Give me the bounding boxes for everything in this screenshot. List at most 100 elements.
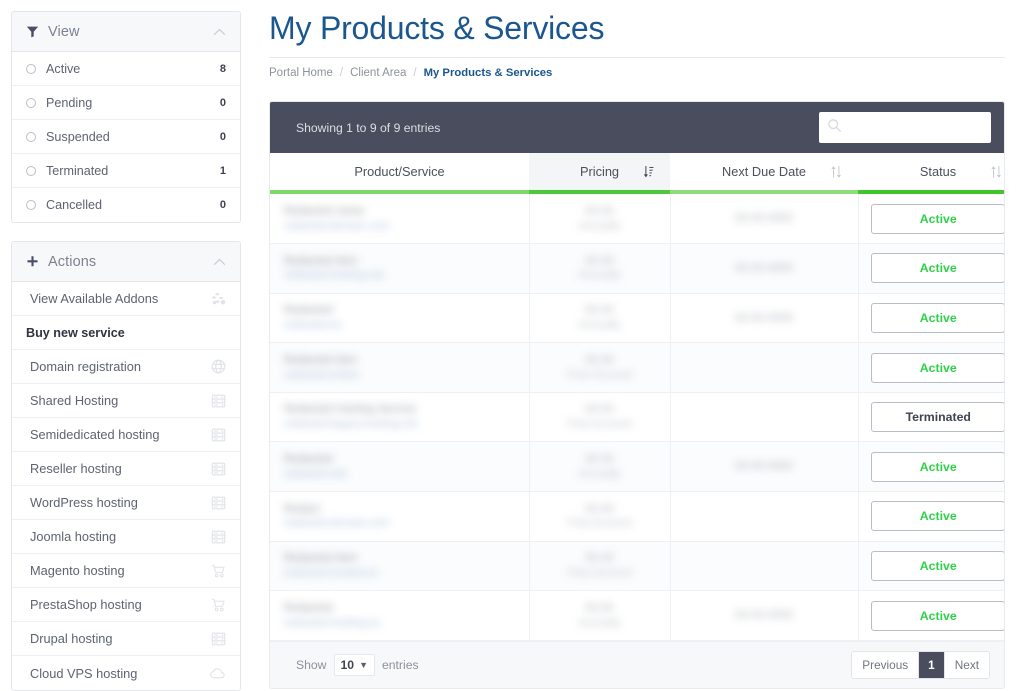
breadcrumb-item-client-area[interactable]: Client Area [350,67,406,79]
cell-status: Active [858,541,1005,591]
filter-label: Active [46,62,210,76]
filter-count: 0 [220,199,226,211]
pagination-next[interactable]: Next [945,652,989,678]
pagination-previous[interactable]: Previous [852,652,919,678]
column-header-next-due-date[interactable]: Next Due Date [670,153,858,190]
due-date: 00-00-0000 [685,608,844,623]
chevron-up-icon[interactable] [213,258,226,266]
table-row[interactable]: Redactedredacted.site 00.00Annually 00-0… [270,442,1005,492]
entries-label: entries [382,658,419,672]
cell-product-service[interactable]: Redactedredacted.eu [270,293,529,343]
filter-label: Suspended [46,130,210,144]
actions-panel-title: Actions [48,254,204,270]
cell-product-service[interactable]: Redacted itemredacted.online [270,343,529,393]
pricing-cycle: Free Account [544,566,656,581]
status-badge[interactable]: Active [871,353,1005,383]
radio-icon[interactable] [26,166,36,176]
filter-item-terminated[interactable]: Terminated 1 [12,154,240,188]
status-badge[interactable]: Active [871,452,1005,482]
radio-icon[interactable] [26,132,36,142]
products-services-page: View Active 8 Pending 0 Suspe [0,0,1024,691]
status-badge[interactable]: Active [871,601,1005,631]
table-header-row: Product/Service Pricing [270,153,1005,190]
cell-pricing: 00.00Annually [529,293,670,343]
cell-product-service[interactable]: Redacted itemredacted.hosted.eu [270,541,529,591]
chevron-down-icon: ▼ [359,660,368,670]
search-box[interactable] [819,112,991,143]
product-name: Redacted [284,601,515,616]
sort-desc-icon[interactable] [643,166,654,178]
cell-next-due-date: 00-00-0000 [670,591,858,641]
sort-none-icon[interactable] [831,166,842,178]
search-input[interactable] [848,121,983,135]
status-badge[interactable]: Active [871,303,1005,333]
table-row[interactable]: Redacted Hosting Serviceredacted.legacy.… [270,392,1005,442]
product-name: Redacted [284,303,515,318]
table-row[interactable]: Redactedredacted.eu 00.00Annually 00-00-… [270,293,1005,343]
show-label: Show [296,658,327,672]
pricing-cycle: Annually [544,318,656,333]
sort-none-icon[interactable] [991,166,1002,178]
cell-pricing: 00.00Free Account [529,541,670,591]
action-item-reseller-hosting[interactable]: Reseller hosting [12,452,240,486]
server-icon [211,462,226,476]
cell-product-service[interactable]: Redacted Hosting Serviceredacted.legacy.… [270,392,529,442]
cell-next-due-date [670,541,858,591]
product-domain: redacted.domain.com [284,219,515,234]
status-badge[interactable]: Active [871,253,1005,283]
pricing-amount: 00.00 [544,502,656,517]
action-item-shared-hosting[interactable]: Shared Hosting [12,384,240,418]
action-label: Drupal hosting [30,631,211,646]
table-row[interactable]: Redactredacted.domain.com 00.00Free Acco… [270,492,1005,542]
product-name: Redacted item [284,353,515,368]
table-row[interactable]: Redacted itemredacted.hosting.net 00.00A… [270,244,1005,294]
action-item-magento-hosting[interactable]: Magento hosting [12,554,240,588]
table-row[interactable]: Redacted itemredacted.online 00.00Free A… [270,343,1005,393]
cell-pricing: 00.00Annually [529,194,670,244]
cell-product-service[interactable]: Redactredacted.domain.com [270,492,529,542]
status-badge[interactable]: Active [871,501,1005,531]
chevron-up-icon[interactable] [213,28,226,36]
view-filter-list: Active 8 Pending 0 Suspended 0 Terminate… [12,52,240,222]
filter-item-active[interactable]: Active 8 [12,52,240,86]
action-item-prestashop-hosting[interactable]: PrestaShop hosting [12,588,240,622]
action-item-semidedicated-hosting[interactable]: Semidedicated hosting [12,418,240,452]
table-row[interactable]: Redactedredacted.hosting.eu 00.00Annuall… [270,591,1005,641]
plus-icon [26,255,39,268]
filter-item-suspended[interactable]: Suspended 0 [12,120,240,154]
cell-product-service[interactable]: Redacted itemredacted.hosting.net [270,244,529,294]
column-header-product-service[interactable]: Product/Service [270,153,529,190]
cell-product-service[interactable]: Redacted nameredacted.domain.com [270,194,529,244]
status-badge[interactable]: Active [871,551,1005,581]
breadcrumb-item-portal-home[interactable]: Portal Home [269,67,333,79]
actions-panel-header[interactable]: Actions [12,242,240,282]
action-item-domain-registration[interactable]: Domain registration [12,350,240,384]
filter-count: 0 [220,131,226,143]
main-content: My Products & Services Portal Home / Cli… [252,0,1024,691]
view-panel-header[interactable]: View [12,12,240,52]
action-item-wordpress-hosting[interactable]: WordPress hosting [12,486,240,520]
column-header-status[interactable]: Status [858,153,1005,190]
table-row[interactable]: Redacted nameredacted.domain.com 00.00An… [270,194,1005,244]
radio-icon[interactable] [26,200,36,210]
entries-per-page-select[interactable]: 10 ▼ [334,654,375,676]
pagination-page-1[interactable]: 1 [919,652,945,678]
cell-product-service[interactable]: Redactedredacted.site [270,442,529,492]
action-item-view-available-addons[interactable]: View Available Addons [12,282,240,316]
status-badge[interactable]: Terminated [871,402,1005,432]
action-item-joomla-hosting[interactable]: Joomla hosting [12,520,240,554]
filter-label: Cancelled [46,198,210,212]
radio-icon[interactable] [26,98,36,108]
action-item-drupal-hosting[interactable]: Drupal hosting [12,622,240,656]
filter-item-pending[interactable]: Pending 0 [12,86,240,120]
column-header-pricing[interactable]: Pricing [529,153,670,190]
action-item-cloud-vps-hosting[interactable]: Cloud VPS hosting [12,656,240,690]
status-badge[interactable]: Active [871,204,1005,234]
product-domain: redacted.online [284,368,515,383]
cell-product-service[interactable]: Redactedredacted.hosting.eu [270,591,529,641]
pricing-cycle: Free Account [544,368,656,383]
filter-item-cancelled[interactable]: Cancelled 0 [12,188,240,222]
table-row[interactable]: Redacted itemredacted.hosted.eu 00.00Fre… [270,541,1005,591]
radio-icon[interactable] [26,64,36,74]
show-entries-control: Show 10 ▼ entries [296,654,851,676]
